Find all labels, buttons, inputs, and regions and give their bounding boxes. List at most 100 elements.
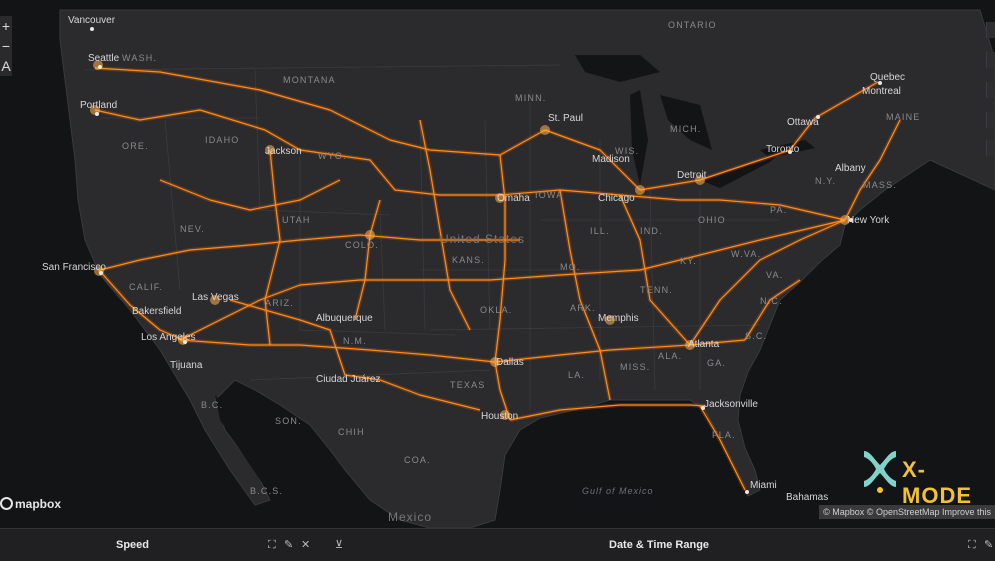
zoom-out-button[interactable]: − bbox=[0, 36, 12, 56]
state-label: WYO. bbox=[318, 151, 347, 161]
traffic-map[interactable]: United States Mexico WASH. MONTANA IDAHO… bbox=[0, 0, 995, 528]
state-label: LA. bbox=[568, 370, 586, 380]
state-label: ORE. bbox=[122, 141, 149, 151]
edit-icon[interactable]: ✎ bbox=[984, 535, 993, 555]
city-label-detroit: Detroit bbox=[677, 170, 707, 181]
state-label: ONTARIO bbox=[668, 20, 717, 30]
state-label: ARK. bbox=[570, 303, 596, 313]
state-label: ALA. bbox=[658, 351, 683, 361]
state-label: KY. bbox=[680, 256, 697, 266]
city-label-vancouver: Vancouver bbox=[68, 15, 116, 26]
city-dot bbox=[95, 112, 99, 116]
state-label: MAINE bbox=[886, 112, 921, 122]
mapbox-logo-text: mapbox bbox=[15, 497, 62, 511]
city-label-chicago: Chicago bbox=[598, 193, 635, 204]
road-glow bbox=[558, 189, 612, 401]
filter-icon[interactable]: ⊻ bbox=[335, 535, 343, 555]
traffic-density-layer bbox=[90, 60, 902, 491]
city-label-albuquerque: Albuquerque bbox=[316, 313, 373, 324]
state-label: W.VA. bbox=[731, 249, 762, 259]
city-label-portland: Portland bbox=[80, 100, 118, 111]
state-label: GA. bbox=[707, 358, 727, 368]
city-label-san-francisco: San Francisco bbox=[42, 262, 106, 273]
state-label: OKLA. bbox=[480, 305, 513, 315]
state-label: UTAH bbox=[282, 215, 311, 225]
state-label: COA. bbox=[404, 455, 431, 465]
expand-icon[interactable]: ⛶ bbox=[968, 535, 976, 555]
city-label-bakersfield: Bakersfield bbox=[132, 306, 182, 317]
zoom-controls: + − A bbox=[0, 16, 12, 76]
city-label-miami: Miami bbox=[750, 480, 777, 491]
zoom-in-button[interactable]: + bbox=[0, 16, 12, 36]
state-label: N.C. bbox=[760, 296, 783, 306]
state-label: CALIF. bbox=[129, 282, 164, 292]
city-label-ciudad-juarez: Ciudad Juárez bbox=[316, 374, 381, 385]
traffic-hotspot bbox=[365, 230, 375, 240]
speed-panel-title: Speed bbox=[116, 539, 150, 551]
city-label-madison: Madison bbox=[592, 154, 630, 165]
state-label: ILL. bbox=[590, 226, 610, 236]
city-label-los-angeles: Los Angeles bbox=[141, 332, 196, 343]
road-line bbox=[264, 149, 281, 346]
state-label: IOWA bbox=[535, 190, 564, 200]
water-label-gulf-of-mexico: Gulf of Mexico bbox=[582, 486, 654, 496]
state-label: COLO. bbox=[345, 240, 380, 250]
state-label: MINN. bbox=[515, 93, 547, 103]
state-label: CHIH bbox=[338, 427, 365, 437]
city-label-ottawa: Ottawa bbox=[787, 117, 819, 128]
mapbox-logo[interactable]: mapbox bbox=[0, 497, 61, 511]
traffic-hotspot bbox=[635, 185, 645, 195]
xmode-logo-text: X-MODE bbox=[902, 457, 972, 508]
city-label-toronto: Toronto bbox=[766, 144, 800, 155]
road-glow bbox=[159, 178, 341, 212]
xmode-logo: X-MODE bbox=[860, 447, 995, 508]
state-label: WASH. bbox=[122, 53, 158, 63]
edit-icon[interactable]: ✎ bbox=[284, 535, 293, 555]
xmode-logo-icon bbox=[864, 451, 896, 493]
road-glow bbox=[619, 193, 846, 222]
city-label-bahamas: Bahamas bbox=[786, 492, 829, 503]
city-dot bbox=[98, 65, 102, 69]
state-label: IND. bbox=[640, 226, 663, 236]
city-label-atlanta: Atlanta bbox=[688, 339, 720, 350]
city-label-houston: Houston bbox=[481, 411, 519, 422]
city-label-tijuana: Tijuana bbox=[170, 360, 203, 371]
state-label: MONTANA bbox=[283, 75, 336, 85]
city-dot bbox=[90, 27, 94, 31]
city-label-memphis: Memphis bbox=[598, 313, 639, 324]
state-label: KANS. bbox=[452, 255, 486, 265]
city-label-jackson: Jackson bbox=[265, 146, 302, 157]
road-glow bbox=[509, 403, 706, 422]
country-label-united-states: United States bbox=[440, 232, 526, 246]
close-icon[interactable]: ✕ bbox=[301, 535, 310, 555]
map-control-button[interactable] bbox=[986, 82, 995, 98]
city-label-new-york: New York bbox=[847, 215, 890, 226]
bottom-panel-bar: Speed ⛶ ✎ ✕ ⊻ Date & Time Range ⛶ ✎ bbox=[0, 528, 995, 561]
state-label: MICH. bbox=[670, 124, 702, 134]
state-label: SON. bbox=[275, 416, 302, 426]
date-time-range-panel-title: Date & Time Range bbox=[609, 539, 710, 551]
state-label: MASS. bbox=[863, 180, 898, 190]
state-label: OHIO bbox=[698, 215, 726, 225]
state-label: ARIZ. bbox=[265, 298, 295, 308]
map-control-button[interactable] bbox=[986, 52, 995, 68]
expand-icon[interactable]: ⛶ bbox=[268, 535, 276, 555]
map-control-button[interactable] bbox=[986, 112, 995, 128]
reset-north-button[interactable]: A bbox=[0, 56, 12, 76]
city-label-las-vegas: Las Vegas bbox=[192, 292, 239, 303]
map-attribution[interactable]: © Mapbox © OpenStreetMap Improve this bbox=[819, 505, 995, 519]
city-dot bbox=[745, 490, 749, 494]
state-label: N.Y. bbox=[815, 176, 837, 186]
map-control-button[interactable] bbox=[986, 140, 995, 156]
state-label: NEV. bbox=[180, 224, 205, 234]
city-label-montreal: Montreal bbox=[862, 86, 901, 97]
road-line bbox=[98, 269, 184, 341]
country-label-mexico: Mexico bbox=[388, 510, 433, 524]
state-label: VA. bbox=[766, 270, 784, 280]
road-glow bbox=[97, 268, 184, 342]
city-label-jacksonville: Jacksonville bbox=[704, 399, 758, 410]
state-label: S.C. bbox=[745, 331, 768, 341]
state-label: TENN. bbox=[640, 285, 673, 295]
state-label: B.C. bbox=[201, 400, 224, 410]
map-control-button[interactable] bbox=[986, 22, 995, 38]
